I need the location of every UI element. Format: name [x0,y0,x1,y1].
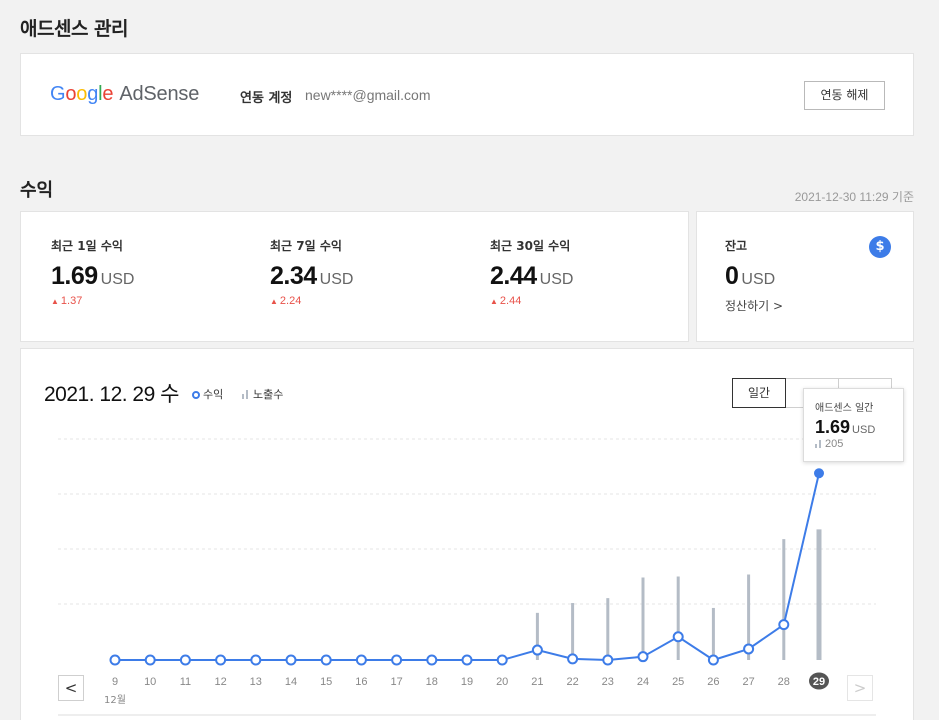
x-tick-label: 24 [637,676,649,688]
stat-30day: 최근 30일 수익 2.44 USD ▲ 2.44 [490,237,573,307]
revenue-point [743,643,755,655]
page-title: 애드센스 관리 [20,18,129,40]
revenue-point [707,654,719,666]
chart-card: 2021. 12. 29 수 수익 노출수 일간 애드센스 일간 1.69 USD… [20,348,914,720]
x-tick-label: 9 [112,676,118,688]
x-tick-label: 20 [496,676,508,688]
stat-delta: 2.24 [279,295,302,307]
stat-label: 최근 30일 수익 [490,239,571,253]
x-tick-label: 16 [355,676,367,688]
stat-delta: 2.44 [499,295,522,307]
tab-daily[interactable]: 일간 [732,378,786,408]
earnings-summary-card: 최근 1일 수익 1.69 USD ▲ 1.37 최근 7일 수익 2.34 USD … [20,211,689,342]
revenue-point [778,619,790,631]
up-triangle-icon: ▲ [270,297,278,306]
x-tick-label: 15 [320,676,332,688]
x-tick-label: 23 [602,676,614,688]
revenue-point [215,654,227,666]
x-tick-label: 19 [461,676,473,688]
settle-link[interactable]: 정산하기 > [725,297,783,314]
bar-chart-icon [815,440,822,448]
stat-value: 2.44 [490,262,537,290]
revenue-point [250,654,262,666]
revenue-point [285,654,297,666]
revenue-point [179,654,191,666]
unlink-button[interactable]: 연동 해제 [804,81,885,110]
revenue-point [637,651,649,663]
chart-tooltip: 애드센스 일간 1.69 USD 205 [803,388,904,462]
dollar-icon: $ [869,236,891,258]
up-triangle-icon: ▲ [490,297,498,306]
stat-unit: USD [100,271,135,288]
stat-label: 최근 7일 수익 [270,239,342,253]
revenue-point [355,654,367,666]
tooltip-unit: USD [852,424,876,436]
stat-label: 최근 1일 수익 [51,239,123,253]
revenue-point [426,654,438,666]
linked-account-email: new****@gmail.com [305,87,431,103]
x-tick-label: 18 [426,676,438,688]
balance-card: $ 잔고 0 USD 정산하기 > [696,211,914,342]
google-adsense-logo: Google AdSense [50,83,200,105]
revenue-point [144,654,156,666]
revenue-point [672,631,684,643]
up-triangle-icon: ▲ [51,297,59,306]
balance-unit: USD [741,271,776,288]
stat-unit: USD [539,271,574,288]
adsense-link-card: Google AdSense 연동 계정 new****@gmail.com 연동… [20,53,914,136]
x-tick-label: 17 [390,676,402,688]
stat-delta: 1.37 [60,295,83,307]
x-tick-label: 12 [214,676,226,688]
as-of-timestamp: 2021-12-30 11:29 기준 [794,190,914,204]
tooltip-title: 애드센스 일간 [815,403,874,414]
earnings-section-title: 수익 [20,180,54,201]
x-tick-label: 14 [285,676,297,688]
tooltip-impressions: 205 [825,438,844,450]
x-tick-label: 27 [742,676,754,688]
revenue-point [567,653,579,665]
prev-page-button[interactable]: < [58,675,84,701]
stat-1day: 최근 1일 수익 1.69 USD ▲ 1.37 [51,237,134,307]
balance-stat: 잔고 0 USD 정산하기 > [725,237,783,314]
x-tick-label: 29 [813,676,825,688]
month-label: 12월 [104,695,126,706]
x-tick-label: 13 [250,676,262,688]
x-tick-label: 25 [672,676,684,688]
revenue-point [531,644,543,656]
stat-7day: 최근 7일 수익 2.34 USD ▲ 2.24 [270,237,353,307]
revenue-point-selected [814,468,824,479]
stat-value: 1.69 [51,262,98,290]
x-tick-label: 21 [531,676,543,688]
revenue-point [496,654,508,666]
revenue-point [320,654,332,666]
revenue-point [602,654,614,666]
revenue-point [109,654,121,666]
x-tick-label: 22 [566,676,578,688]
revenue-point [391,654,403,666]
x-tick-label: 11 [180,676,191,688]
balance-label: 잔고 [725,239,748,253]
next-page-button[interactable]: > [847,675,873,701]
linked-account-label: 연동 계정 [240,91,293,106]
x-tick-label: 28 [778,676,790,688]
stat-value: 2.34 [270,262,317,290]
tooltip-value: 1.69 [815,417,851,437]
balance-value: 0 [725,262,739,290]
x-tick-label: 26 [707,676,719,688]
stat-unit: USD [319,271,354,288]
x-tick-label: 10 [144,676,156,688]
revenue-point [461,654,473,666]
